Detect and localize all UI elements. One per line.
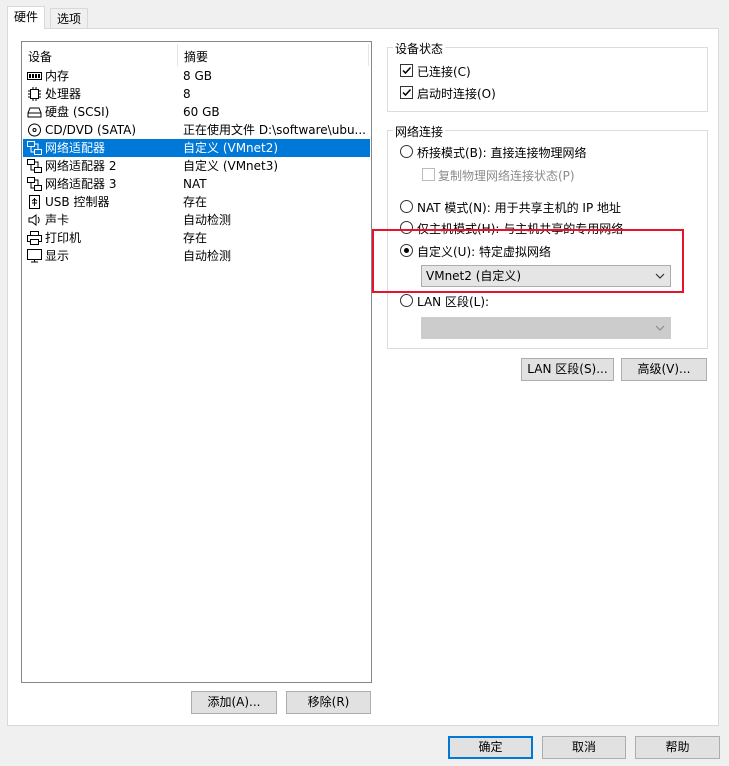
device-name: 内存 — [45, 69, 70, 83]
device-name: 网络适配器 — [45, 141, 106, 155]
device-name: 声卡 — [45, 213, 70, 227]
nat-radio[interactable] — [400, 200, 413, 213]
device-name: 打印机 — [45, 231, 82, 245]
remove-device-button[interactable]: 移除(R) — [286, 691, 371, 714]
device-summary: 自动检测 — [183, 249, 232, 263]
device-row[interactable]: 网络适配器 自定义 (VMnet2) — [23, 139, 370, 157]
monitor-icon — [27, 249, 42, 263]
device-name: CD/DVD (SATA) — [45, 123, 137, 137]
processor-icon — [27, 87, 42, 101]
bridged-label[interactable]: 桥接模式(B): 直接连接物理网络 — [417, 144, 586, 161]
device-summary: 60 GB — [183, 105, 220, 119]
device-summary: 正在使用文件 D:\software\ubu... — [183, 123, 366, 137]
device-row[interactable]: 硬盘 (SCSI) 60 GB — [23, 103, 370, 121]
device-row[interactable]: 打印机 存在 — [23, 229, 370, 247]
printer-icon — [27, 231, 42, 245]
device-row[interactable]: 处理器 8 — [23, 85, 370, 103]
device-row[interactable]: 声卡 自动检测 — [23, 211, 370, 229]
usb-icon — [27, 195, 42, 209]
lan-segment-radio[interactable] — [400, 294, 413, 307]
chevron-down-icon — [655, 273, 665, 279]
cancel-button[interactable]: 取消 — [542, 736, 626, 759]
custom-radio[interactable] — [400, 244, 413, 257]
network-adapter-icon — [27, 159, 42, 173]
chevron-down-icon — [655, 325, 665, 331]
network-adapter-icon — [27, 177, 42, 191]
connect-at-power-on-label[interactable]: 启动时连接(O) — [417, 85, 496, 102]
device-name: 处理器 — [45, 87, 82, 101]
column-separator[interactable] — [368, 44, 369, 66]
add-device-button[interactable]: 添加(A)... — [191, 691, 277, 714]
bridged-radio[interactable] — [400, 145, 413, 158]
device-row[interactable]: 显示 自动检测 — [23, 247, 370, 265]
host-only-radio[interactable] — [400, 221, 413, 234]
device-summary: 自定义 (VMnet2) — [183, 141, 279, 155]
cd-dvd-icon — [27, 123, 42, 137]
connected-checkbox[interactable] — [400, 64, 413, 77]
nat-label[interactable]: NAT 模式(N): 用于共享主机的 IP 地址 — [417, 199, 621, 216]
replicate-state-label[interactable]: 复制物理网络连接状态(P) — [438, 167, 575, 184]
device-row[interactable]: CD/DVD (SATA) 正在使用文件 D:\software\ubu... — [23, 121, 370, 139]
device-row[interactable]: USB 控制器 存在 — [23, 193, 370, 211]
device-name: 网络适配器 2 — [45, 159, 117, 173]
memory-icon — [27, 69, 42, 83]
device-list[interactable]: 设备 摘要 内存 8 GB 处理器 8 硬盘 (SCSI) 60 GB CD/DVD (SA… — [21, 41, 372, 683]
device-name: 硬盘 (SCSI) — [45, 105, 110, 119]
device-name: USB 控制器 — [45, 195, 110, 209]
device-summary: 8 GB — [183, 69, 212, 83]
column-header-device[interactable]: 设备 — [28, 48, 52, 65]
device-summary: 存在 — [183, 195, 208, 209]
host-only-label[interactable]: 仅主机模式(H): 与主机共享的专用网络 — [417, 220, 623, 237]
tab-options[interactable]: 选项 — [50, 8, 89, 28]
speaker-icon — [27, 213, 42, 227]
help-button[interactable]: 帮助 — [635, 736, 720, 759]
device-row[interactable]: 网络适配器 2 自定义 (VMnet3) — [23, 157, 370, 175]
ok-button[interactable]: 确定 — [448, 736, 533, 759]
device-summary: 8 — [183, 87, 191, 101]
lan-segment-select[interactable] — [421, 317, 671, 339]
radio-dot — [404, 248, 409, 253]
network-connection-title: 网络连接 — [393, 123, 446, 140]
device-summary: 存在 — [183, 231, 208, 245]
device-name: 显示 — [45, 249, 70, 263]
device-row[interactable]: 内存 8 GB — [23, 67, 370, 85]
connect-at-power-on-checkbox[interactable] — [400, 86, 413, 99]
tab-hardware[interactable]: 硬件 — [7, 6, 46, 29]
device-name: 网络适配器 3 — [45, 177, 117, 191]
network-adapter-icon — [27, 141, 42, 155]
custom-label[interactable]: 自定义(U): 特定虚拟网络 — [417, 243, 551, 260]
device-summary: 自定义 (VMnet3) — [183, 159, 279, 173]
lan-segment-label[interactable]: LAN 区段(L): — [417, 293, 489, 310]
device-summary: 自动检测 — [183, 213, 232, 227]
column-header-summary[interactable]: 摘要 — [184, 48, 208, 65]
column-separator[interactable] — [177, 44, 178, 66]
device-row[interactable]: 网络适配器 3 NAT — [23, 175, 370, 193]
device-status-title: 设备状态 — [393, 40, 446, 57]
device-summary: NAT — [183, 177, 207, 191]
lan-segments-button[interactable]: LAN 区段(S)... — [521, 358, 614, 381]
hard-disk-icon — [27, 105, 42, 119]
advanced-button[interactable]: 高级(V)... — [621, 358, 707, 381]
custom-network-select[interactable]: VMnet2 (自定义) — [421, 265, 671, 287]
connected-label[interactable]: 已连接(C) — [417, 63, 471, 80]
custom-network-value: VMnet2 (自定义) — [426, 269, 522, 283]
replicate-state-checkbox[interactable] — [422, 168, 435, 181]
